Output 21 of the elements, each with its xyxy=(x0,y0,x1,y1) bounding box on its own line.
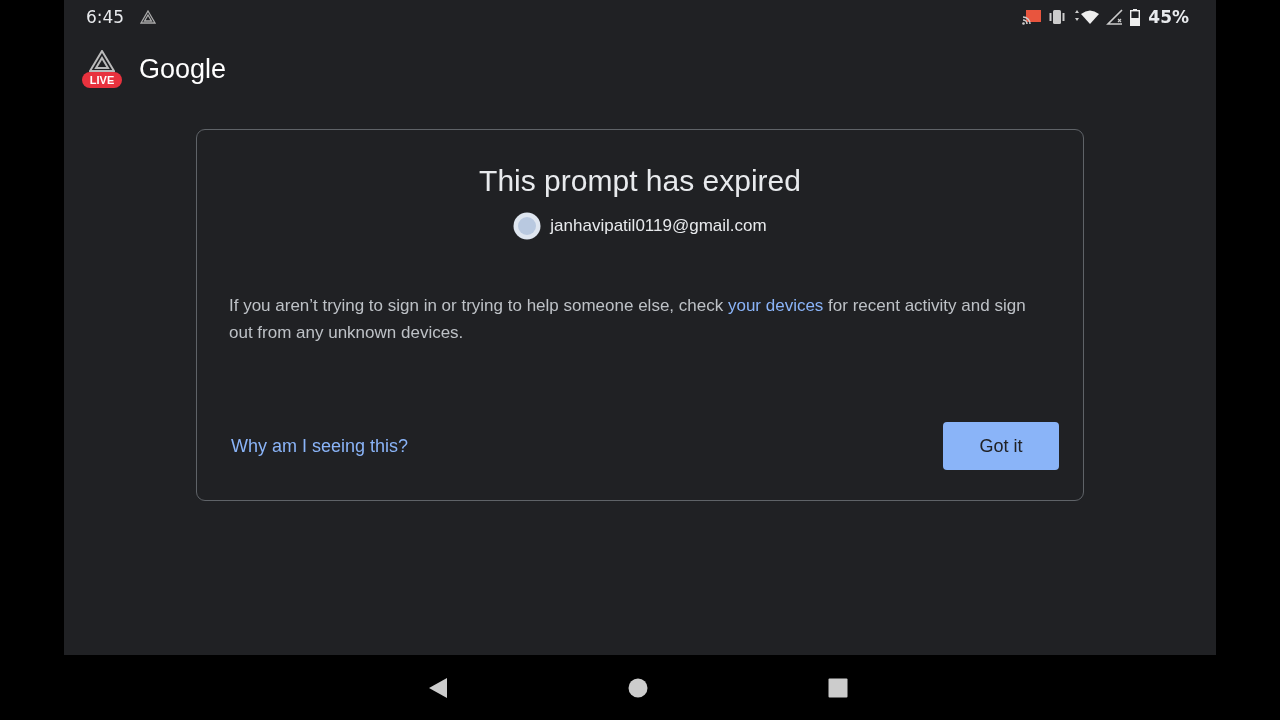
wifi-icon xyxy=(1072,9,1101,25)
account-email: janhavipatil0119@gmail.com xyxy=(550,216,767,236)
live-badge[interactable]: LIVE xyxy=(81,72,123,88)
google-logo: Google xyxy=(139,53,227,85)
back-icon[interactable] xyxy=(427,676,448,699)
dialog-message: If you aren’t trying to sign in or trying to help someone else, check your devices for recent activity and sign out from any unknown devices. xyxy=(229,295,1027,344)
got-it-button[interactable]: Got it xyxy=(943,422,1059,470)
battery-icon xyxy=(1130,8,1141,26)
dialog-title: This prompt has expired xyxy=(479,164,801,198)
cast-icon xyxy=(1022,9,1043,25)
vibrate-icon xyxy=(1048,9,1067,25)
avatar-icon xyxy=(513,212,542,240)
triangle-icon xyxy=(89,50,115,72)
status-time: 6:45 xyxy=(86,7,125,27)
triangle-icon xyxy=(140,10,157,24)
battery-percentage: 45% xyxy=(1148,7,1189,27)
help-link[interactable]: Why am I seeing this? xyxy=(231,435,409,457)
home-icon[interactable] xyxy=(627,677,648,698)
your-devices-link[interactable]: your devices xyxy=(727,296,824,315)
recents-icon[interactable] xyxy=(827,677,848,698)
signal-icon xyxy=(1106,9,1125,25)
